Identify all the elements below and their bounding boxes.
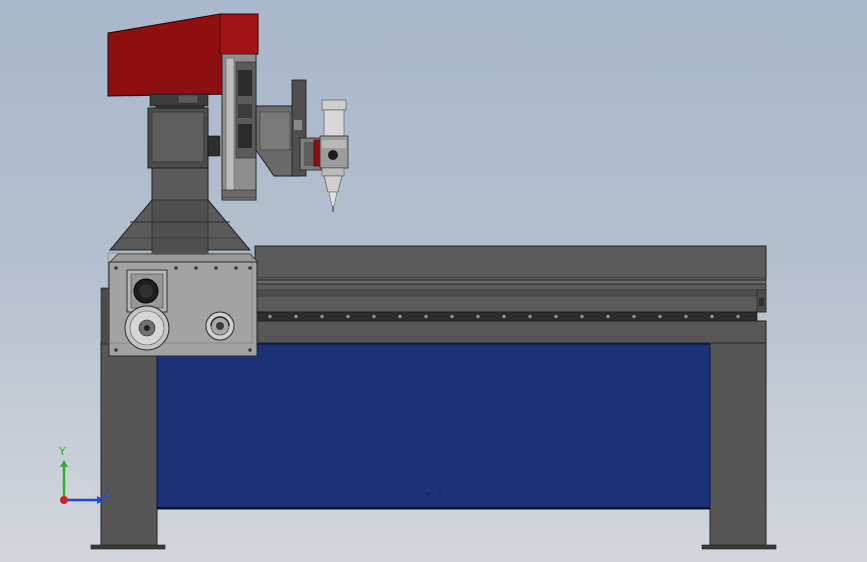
rail-bolt — [632, 314, 636, 319]
triad-plane — [64, 472, 92, 500]
plate-screw — [248, 266, 252, 270]
plate-screw — [194, 266, 198, 270]
rail-bolt — [580, 314, 584, 319]
machine-bed — [254, 245, 767, 313]
y-axis-arrow — [60, 460, 68, 467]
rail-bolt — [528, 314, 532, 319]
plate-screw — [214, 266, 218, 270]
rail-bolt — [606, 314, 610, 319]
rail-bolt — [398, 314, 402, 319]
rail-bolt — [684, 314, 688, 319]
rail-bolt — [346, 314, 350, 319]
rail-bolt — [294, 314, 298, 319]
rail-bolt — [320, 314, 324, 319]
rail-bolt — [268, 314, 272, 319]
plate-screw — [114, 266, 118, 270]
z-axis-label: Z — [103, 487, 111, 500]
plate-screw — [248, 348, 252, 352]
rail-bolt — [736, 314, 740, 319]
rail-bolt — [554, 314, 558, 319]
linear-rail — [254, 311, 758, 322]
rail-bolt — [372, 314, 376, 319]
laser-cutting-head — [299, 99, 349, 212]
rail-bolt — [710, 314, 714, 319]
plate-screw — [174, 266, 178, 270]
idler-pulley — [205, 311, 235, 341]
rail-bolt — [476, 314, 480, 319]
cad-viewport[interactable]: Y Z — [0, 0, 867, 562]
head-bracket — [255, 79, 307, 177]
rail-bolt — [502, 314, 506, 319]
plate-screw — [114, 348, 118, 352]
table-blue-panel — [156, 343, 711, 510]
rail-bolt — [658, 314, 662, 319]
x-axis-origin — [60, 496, 68, 504]
drive-pulley — [124, 305, 170, 351]
z-axis-carriage — [221, 53, 257, 201]
right-leg — [701, 341, 777, 550]
plate-screw — [234, 266, 238, 270]
rail-bolt — [450, 314, 454, 319]
y-axis-label: Y — [58, 445, 66, 458]
rail-bolt — [424, 314, 428, 319]
